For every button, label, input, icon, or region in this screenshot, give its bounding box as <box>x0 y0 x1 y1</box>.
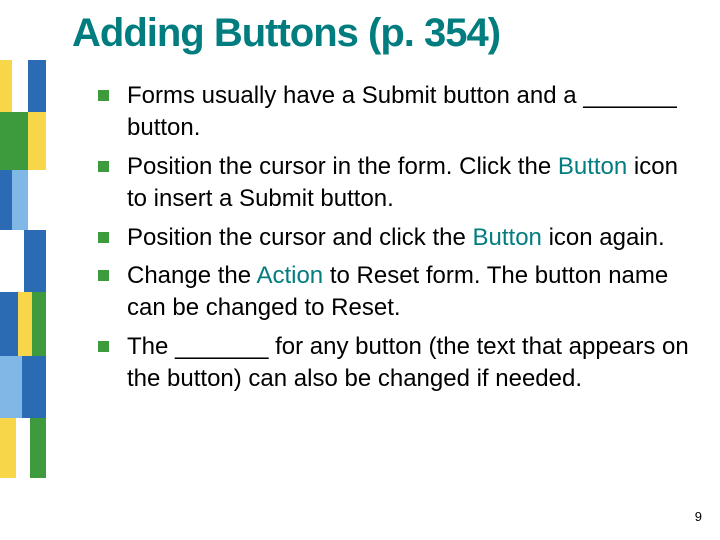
decoration-block <box>28 112 46 170</box>
list-item-text: Forms usually have a Submit button and a… <box>127 80 698 145</box>
decoration-block <box>18 292 32 356</box>
list-item: The _______ for any button (the text tha… <box>98 331 698 396</box>
slide: Adding Buttons (p. 354) Forms usually ha… <box>0 0 720 540</box>
decoration-block <box>0 112 28 170</box>
list-item-text: Position the cursor and click the Button… <box>127 222 698 254</box>
list-item: Position the cursor and click the Button… <box>98 222 698 254</box>
list-item: Position the cursor in the form. Click t… <box>98 151 698 216</box>
list-item-text: The _______ for any button (the text tha… <box>127 331 698 396</box>
decoration-block <box>12 170 28 230</box>
page-number: 9 <box>695 509 702 524</box>
decoration-block <box>0 60 12 112</box>
slide-body: Forms usually have a Submit button and a… <box>98 80 698 402</box>
list-item: Forms usually have a Submit button and a… <box>98 80 698 145</box>
slide-title: Adding Buttons (p. 354) <box>72 12 500 54</box>
decoration-block <box>30 418 46 478</box>
decoration-block <box>0 356 22 418</box>
square-bullet-icon <box>98 161 109 172</box>
decoration-block <box>0 418 16 478</box>
decoration-block <box>24 230 46 292</box>
square-bullet-icon <box>98 270 109 281</box>
decoration-block <box>0 292 18 356</box>
decoration-block <box>22 356 46 418</box>
square-bullet-icon <box>98 341 109 352</box>
decoration-block <box>12 60 28 112</box>
list-item: Change the Action to Reset form. The but… <box>98 260 698 325</box>
list-item-text: Position the cursor in the form. Click t… <box>127 151 698 216</box>
decoration-block <box>32 292 46 356</box>
square-bullet-icon <box>98 232 109 243</box>
decoration-block <box>0 170 12 230</box>
decoration-block <box>16 418 30 478</box>
decoration-block <box>28 60 46 112</box>
square-bullet-icon <box>98 90 109 101</box>
decoration-block <box>0 230 24 292</box>
decoration-block <box>28 170 46 230</box>
list-item-text: Change the Action to Reset form. The but… <box>127 260 698 325</box>
side-stripe-decoration <box>0 60 46 490</box>
